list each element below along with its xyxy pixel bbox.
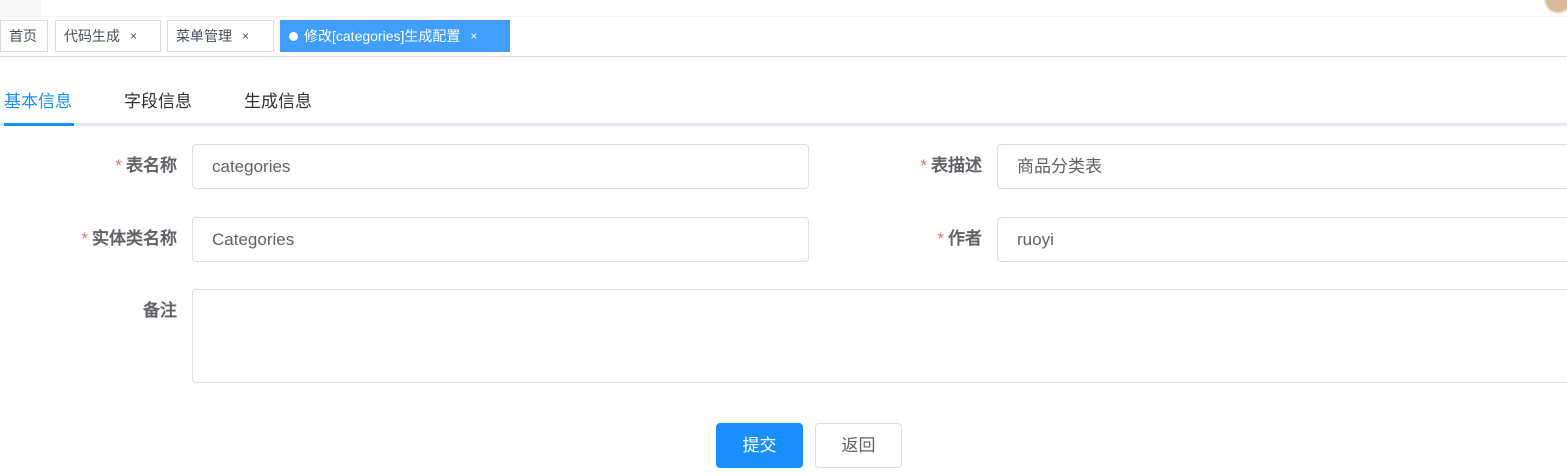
required-mark: * — [920, 156, 927, 175]
tag-home[interactable]: 首页 — [0, 20, 48, 52]
close-icon[interactable]: × — [242, 21, 249, 51]
tag-home-label: 首页 — [9, 28, 37, 44]
user-avatar[interactable] — [1544, 0, 1567, 14]
tab-active-indicator — [4, 123, 74, 126]
tags-view-bar: 首页 代码生成 × 菜单管理 × 修改[categories]生成配置 × — [0, 17, 1567, 57]
required-mark: * — [115, 156, 122, 175]
hamburger-area[interactable] — [0, 0, 41, 16]
remark-label: 备注 — [143, 301, 177, 320]
class-name-input[interactable]: Categories — [192, 217, 809, 262]
tag-menu[interactable]: 菜单管理 × — [167, 20, 274, 52]
table-name-input[interactable]: categories — [192, 144, 809, 189]
table-comment-label-text: 表描述 — [931, 156, 982, 175]
back-button[interactable]: 返回 — [815, 423, 902, 468]
tab-basic-info[interactable]: 基本信息 — [4, 90, 72, 114]
tab-gen-info[interactable]: 生成信息 — [244, 90, 312, 114]
tabs-divider — [0, 123, 1567, 126]
class-name-label: * 实体类名称 — [40, 227, 177, 251]
author-label-text: 作者 — [948, 229, 982, 248]
required-mark: * — [81, 229, 88, 248]
table-comment-label: * 表描述 — [860, 154, 982, 178]
active-dot-icon — [289, 32, 298, 41]
table-comment-input[interactable]: 商品分类表 — [997, 144, 1567, 189]
author-input[interactable]: ruoyi — [997, 217, 1567, 262]
author-label: * 作者 — [880, 227, 982, 251]
tag-codegen[interactable]: 代码生成 × — [55, 20, 161, 52]
class-name-label-text: 实体类名称 — [92, 229, 177, 248]
close-icon[interactable]: × — [470, 21, 477, 51]
submit-button[interactable]: 提交 — [716, 423, 803, 468]
close-icon[interactable]: × — [130, 21, 137, 51]
required-mark: * — [937, 229, 944, 248]
table-name-label-text: 表名称 — [126, 156, 177, 175]
table-name-label: * 表名称 — [60, 154, 177, 178]
tag-codegen-label: 代码生成 — [64, 28, 120, 44]
config-tabs — [0, 57, 1567, 127]
remark-textarea[interactable] — [192, 289, 1567, 383]
tag-current-label: 修改[categories]生成配置 — [304, 28, 461, 44]
tab-field-info[interactable]: 字段信息 — [124, 90, 192, 114]
tag-menu-label: 菜单管理 — [176, 28, 232, 44]
top-navbar — [0, 0, 1567, 16]
tag-current[interactable]: 修改[categories]生成配置 × — [280, 20, 510, 52]
